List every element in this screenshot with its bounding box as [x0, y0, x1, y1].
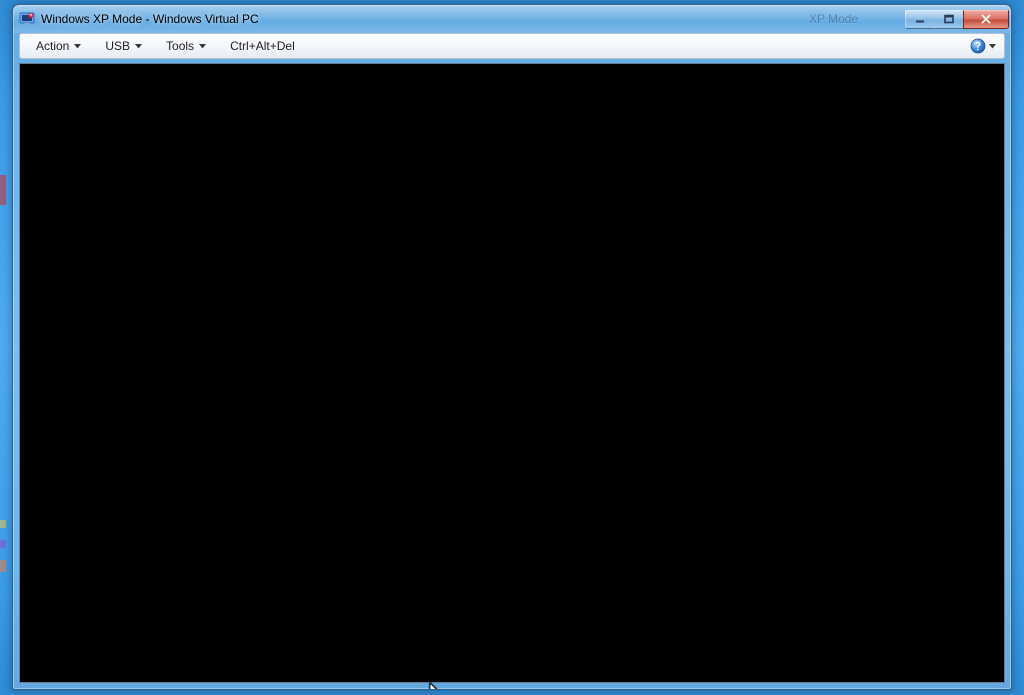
menu-tools[interactable]: Tools	[154, 36, 218, 56]
chevron-down-icon	[989, 44, 996, 49]
desktop-edge-accent	[0, 520, 6, 528]
chevron-down-icon	[135, 44, 142, 49]
app-icon	[19, 11, 35, 27]
titlebar[interactable]: Windows XP Mode - Windows Virtual PC XP …	[13, 5, 1011, 33]
help-icon	[970, 38, 986, 54]
desktop-edge-accent	[0, 560, 6, 572]
virtual-pc-window: Windows XP Mode - Windows Virtual PC XP …	[12, 4, 1012, 690]
menu-usb[interactable]: USB	[93, 36, 154, 56]
help-button[interactable]	[966, 36, 1000, 56]
cursor-icon	[429, 682, 443, 690]
menu-tools-label: Tools	[166, 39, 194, 53]
menubar: Action USB Tools Ctrl+Alt+Del	[19, 33, 1005, 59]
menu-usb-label: USB	[105, 39, 130, 53]
desktop-edge-accent	[0, 175, 6, 205]
menu-ctrl-alt-del[interactable]: Ctrl+Alt+Del	[218, 36, 307, 56]
window-title: Windows XP Mode - Windows Virtual PC	[41, 12, 259, 26]
chevron-down-icon	[199, 44, 206, 49]
window-controls	[906, 10, 1009, 29]
background-window-title: XP Mode	[809, 12, 858, 26]
maximize-button[interactable]	[934, 10, 964, 29]
vm-display-area[interactable]	[19, 63, 1005, 683]
menu-action[interactable]: Action	[24, 36, 93, 56]
close-button[interactable]	[963, 10, 1009, 29]
menu-action-label: Action	[36, 39, 69, 53]
minimize-button[interactable]	[905, 10, 935, 29]
desktop-edge-accent	[0, 540, 6, 548]
chevron-down-icon	[74, 44, 81, 49]
menu-ctrl-alt-del-label: Ctrl+Alt+Del	[230, 39, 295, 53]
